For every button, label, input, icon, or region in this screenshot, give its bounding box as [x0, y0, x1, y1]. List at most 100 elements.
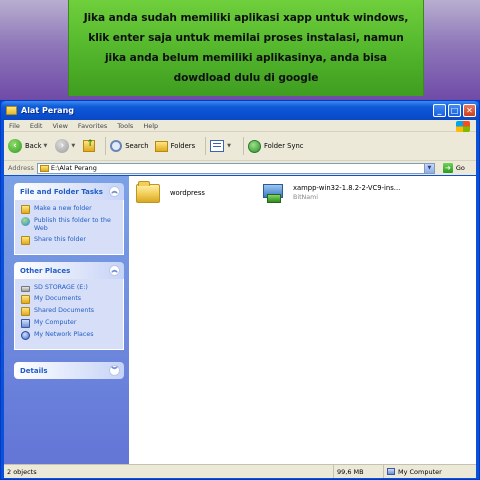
my-computer-icon [387, 468, 395, 475]
place-network[interactable]: My Network Places [21, 331, 119, 340]
toolbar: ‹ Back ▼ › ▼ Search Folders ▼ Folder Syn… [4, 132, 476, 161]
file-meta: xampp-win32-1.8.2-2-VC9-ins... BitNami [293, 184, 400, 201]
place-my-documents[interactable]: My Documents [21, 295, 119, 304]
address-label: Address [8, 164, 34, 172]
menu-file[interactable]: File [4, 122, 25, 130]
menu-tools[interactable]: Tools [112, 122, 138, 130]
go-button[interactable]: ➔ Go [442, 163, 465, 173]
status-object-count: 2 objects [4, 465, 334, 478]
status-location: My Computer [398, 467, 442, 476]
go-arrow-icon: ➔ [442, 163, 453, 173]
menu-favorites[interactable]: Favorites [73, 122, 112, 130]
panel-title: Details [20, 366, 48, 375]
task-make-new-folder[interactable]: Make a new folder [21, 205, 119, 214]
up-button[interactable] [83, 139, 96, 152]
file-item-wordpress[interactable]: wordpress [136, 181, 205, 203]
views-button[interactable]: ▼ [210, 140, 233, 152]
search-icon [110, 140, 123, 152]
place-label: SD STORAGE (E:) [34, 284, 88, 291]
details-panel: Details ︾ [14, 362, 124, 379]
task-publish-web[interactable]: Publish this folder to the Web [21, 217, 119, 233]
search-label: Search [125, 142, 149, 150]
views-dropdown-icon[interactable]: ▼ [227, 143, 231, 149]
panel-body: SD STORAGE (E:) My Documents Shared Docu… [14, 279, 124, 350]
place-label: Shared Documents [34, 307, 95, 314]
menu-help[interactable]: Help [138, 122, 163, 130]
folders-button[interactable]: Folders [154, 140, 196, 152]
forward-arrow-icon: › [55, 139, 70, 153]
collapse-icon[interactable]: ︽ [109, 186, 120, 197]
task-label: Publish this folder to the Web [34, 217, 111, 232]
caption-box: Jika anda sudah memiliki aplikasi xapp u… [68, 0, 424, 96]
expand-icon[interactable]: ︾ [109, 365, 120, 376]
network-places-icon [21, 331, 30, 340]
file-item-xampp-installer[interactable]: xampp-win32-1.8.2-2-VC9-ins... BitNami [263, 184, 400, 204]
forward-button[interactable]: › ▼ [55, 139, 77, 153]
folder-sync-button[interactable]: Folder Sync [248, 139, 304, 153]
views-icon [210, 140, 225, 152]
task-label: Share this folder [34, 236, 86, 243]
forward-dropdown-icon[interactable]: ▼ [71, 143, 75, 149]
place-label: My Documents [34, 295, 82, 302]
folder-sync-label: Folder Sync [264, 142, 304, 150]
maximize-button[interactable]: □ [448, 104, 461, 117]
folder-icon [136, 181, 160, 203]
panel-header[interactable]: Details ︾ [14, 362, 124, 379]
toolbar-separator [105, 137, 107, 155]
panel-title: Other Places [20, 266, 71, 275]
place-my-computer[interactable]: My Computer [21, 319, 119, 328]
share-folder-icon [21, 236, 30, 245]
status-location-cell: My Computer [384, 465, 476, 478]
task-pane: File and Folder Tasks ︽ Make a new folde… [4, 176, 129, 464]
other-places-panel: Other Places ︽ SD STORAGE (E:) My Docume… [14, 262, 124, 350]
place-shared-documents[interactable]: Shared Documents [21, 307, 119, 316]
menu-bar: File Edit View Favorites Tools Help [4, 120, 476, 132]
file-list: wordpress xampp-win32-1.8.2-2-VC9-ins...… [129, 176, 476, 464]
panel-header[interactable]: Other Places ︽ [14, 262, 124, 279]
status-bar: 2 objects 99,6 MB My Computer [4, 464, 476, 478]
installer-icon [263, 184, 285, 204]
publish-web-icon [21, 217, 30, 226]
back-arrow-icon: ‹ [8, 139, 22, 153]
search-button[interactable]: Search [110, 140, 149, 152]
place-sd-storage[interactable]: SD STORAGE (E:) [21, 284, 119, 292]
explorer-window: Alat Perang _ □ ✕ File Edit View Favorit… [0, 100, 480, 480]
up-folder-icon [83, 139, 96, 152]
close-button[interactable]: ✕ [463, 104, 476, 117]
caption-text: Jika anda sudah memiliki aplikasi xapp u… [83, 12, 409, 84]
toolbar-separator [205, 137, 207, 155]
menu-edit[interactable]: Edit [25, 122, 48, 130]
address-field[interactable]: E:\Alat Perang ▼ [36, 162, 435, 174]
back-label: Back [25, 142, 42, 150]
my-documents-icon [21, 295, 30, 304]
go-label: Go [455, 164, 465, 172]
file-name: wordpress [170, 189, 205, 197]
place-label: My Computer [34, 319, 77, 326]
minimize-button[interactable]: _ [433, 104, 446, 117]
collapse-icon[interactable]: ︽ [109, 265, 120, 276]
folders-label: Folders [170, 142, 196, 150]
panel-title: File and Folder Tasks [20, 187, 103, 196]
title-bar[interactable]: Alat Perang _ □ ✕ [1, 101, 479, 120]
address-value: E:\Alat Perang [50, 164, 97, 172]
window-controls: _ □ ✕ [433, 104, 476, 117]
menu-view[interactable]: View [47, 122, 72, 130]
folder-icon [6, 106, 17, 115]
status-size: 99,6 MB [334, 465, 384, 478]
new-folder-icon [21, 205, 30, 214]
sync-icon [248, 139, 261, 153]
back-button[interactable]: ‹ Back ▼ [8, 139, 49, 153]
panel-body: Make a new folder Publish this folder to… [14, 200, 124, 255]
drive-icon [21, 286, 30, 292]
toolbar-separator [243, 137, 244, 155]
back-dropdown-icon[interactable]: ▼ [44, 143, 48, 149]
address-bar: Address E:\Alat Perang ▼ ➔ Go [4, 161, 476, 175]
my-computer-icon [21, 319, 30, 328]
address-dropdown-icon[interactable]: ▼ [423, 163, 434, 173]
panel-header[interactable]: File and Folder Tasks ︽ [14, 183, 124, 200]
file-folder-tasks-panel: File and Folder Tasks ︽ Make a new folde… [14, 183, 124, 255]
window-title: Alat Perang [21, 106, 74, 115]
folder-icon [39, 164, 49, 172]
task-share-folder[interactable]: Share this folder [21, 236, 119, 245]
file-publisher: BitNami [293, 194, 318, 201]
